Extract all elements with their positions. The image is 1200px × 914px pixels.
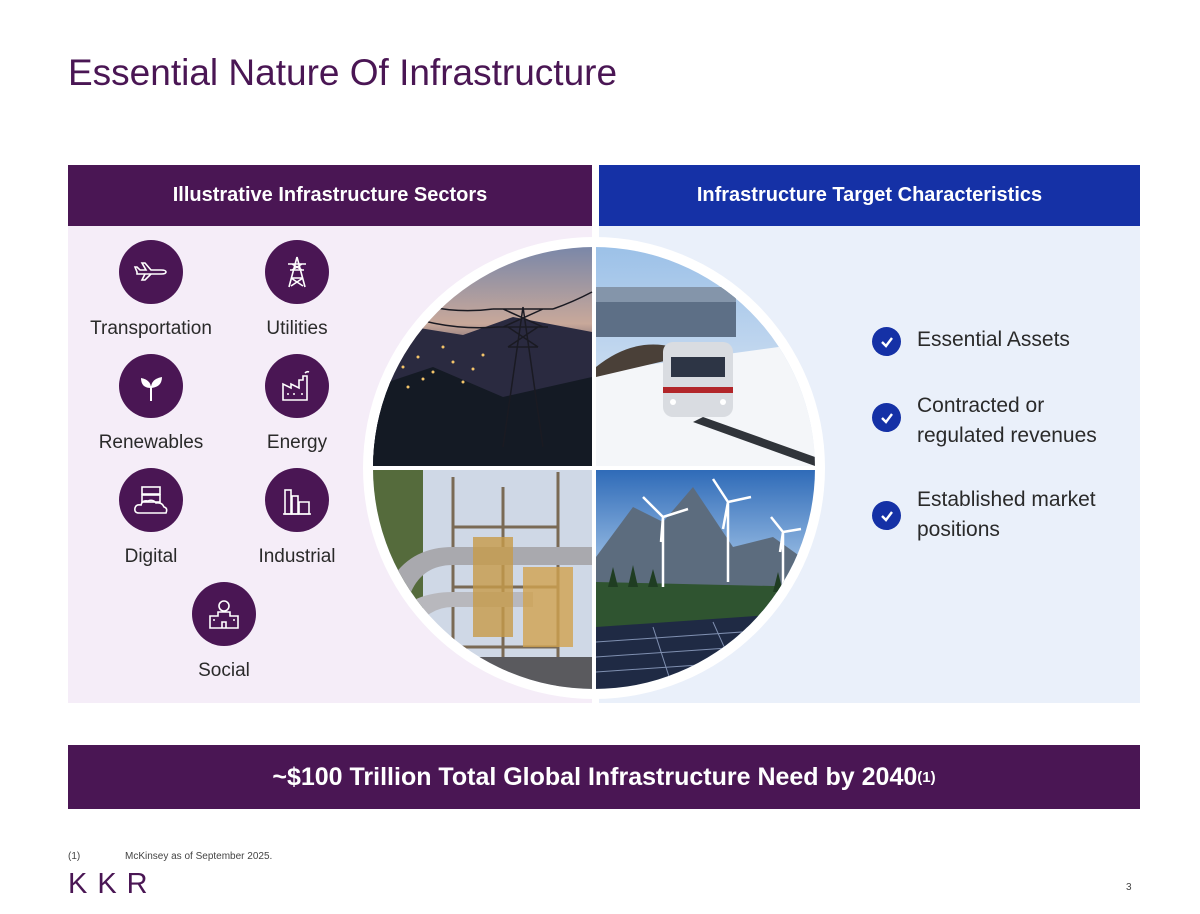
sector-transportation: Transportation — [71, 240, 231, 340]
photo-collage — [363, 237, 825, 699]
sector-social: Social — [144, 582, 304, 682]
page-number: 3 — [1126, 882, 1132, 893]
cloud-server-icon — [119, 468, 183, 532]
industrial-plant-icon — [265, 468, 329, 532]
sector-renewables: Renewables — [71, 354, 231, 454]
factory-icon — [265, 354, 329, 418]
train-photo — [596, 247, 815, 466]
summary-banner: ~$100 Trillion Total Global Infrastructu… — [68, 745, 1140, 809]
sector-utilities: Utilities — [217, 240, 377, 340]
characteristics-header: Infrastructure Target Characteristics — [599, 165, 1140, 226]
airplane-icon — [119, 240, 183, 304]
power-tower-icon — [265, 240, 329, 304]
industrial-photo — [373, 470, 592, 689]
sector-industrial: Industrial — [217, 468, 377, 568]
banner-text: ~$100 Trillion Total Global Infrastructu… — [272, 762, 918, 791]
checkmark-icon — [872, 327, 901, 356]
school-building-icon — [192, 582, 256, 646]
page-title: Essential Nature Of Infrastructure — [68, 52, 618, 93]
checkmark-icon — [872, 403, 901, 432]
characteristic-item: Contracted or regulated revenues — [872, 391, 1137, 451]
banner-footnote-ref: (1) — [917, 768, 936, 786]
leaf-sprout-icon — [119, 354, 183, 418]
footnote-marker: (1) — [68, 851, 81, 862]
footnote-text: McKinsey as of September 2025. — [125, 851, 273, 862]
kkr-logo: KKR — [68, 868, 158, 900]
characteristic-item: Established market positions — [872, 485, 1137, 545]
sector-digital: Digital — [71, 468, 231, 568]
sectors-header: Illustrative Infrastructure Sectors — [68, 165, 592, 226]
checkmark-icon — [872, 501, 901, 530]
characteristic-item: Essential Assets — [872, 325, 1137, 356]
powerlines-photo — [373, 247, 593, 466]
wind-solar-photo — [595, 470, 815, 689]
sector-energy: Energy — [217, 354, 377, 454]
